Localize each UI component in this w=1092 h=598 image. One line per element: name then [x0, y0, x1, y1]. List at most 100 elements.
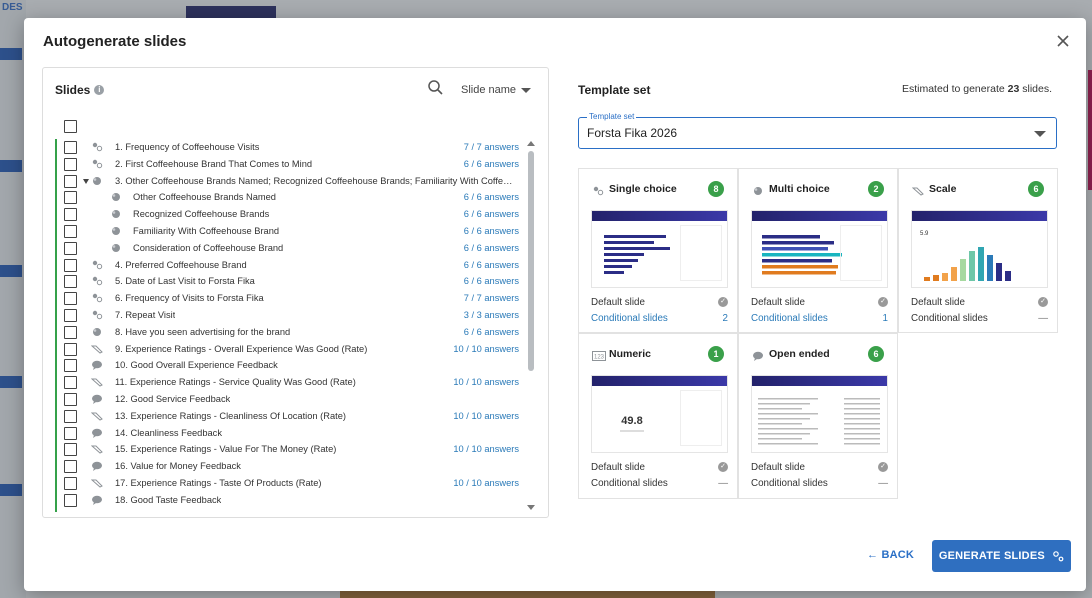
- row-checkbox[interactable]: [64, 275, 77, 289]
- slide-label: 18. Good Taste Feedback: [115, 494, 222, 505]
- list-item[interactable]: 8. Have you seen advertising for the bra…: [57, 324, 525, 341]
- close-button[interactable]: [1052, 30, 1074, 52]
- row-checkbox[interactable]: [64, 342, 77, 356]
- row-checkbox[interactable]: [64, 325, 77, 339]
- conditional-slides-row: Conditional slides —: [911, 313, 1048, 324]
- row-checkbox[interactable]: [64, 376, 77, 390]
- answer-count: 3 / 3 answers: [463, 309, 519, 320]
- open-ended-icon: [752, 350, 764, 361]
- row-checkbox[interactable]: [64, 157, 77, 171]
- row-checkbox[interactable]: [64, 426, 77, 440]
- info-icon[interactable]: i: [94, 85, 105, 95]
- conditional-slides-row[interactable]: Conditional slides 1: [751, 313, 888, 324]
- generate-slides-button[interactable]: GENERATE SLIDES: [932, 540, 1071, 572]
- list-item[interactable]: 14. Cleanliness Feedback: [57, 425, 525, 442]
- list-item[interactable]: 5. Date of Last Visit to Forsta Fika 6 / …: [57, 273, 525, 290]
- card-title: Scale: [929, 183, 957, 195]
- multi-choice-icon: [110, 192, 122, 202]
- multi-choice-icon: [752, 185, 764, 195]
- template-card-multi-choice[interactable]: Multi choice 2 Default slide ✓ Conditional s…: [738, 168, 898, 333]
- row-checkbox[interactable]: [64, 392, 77, 406]
- select-all-checkbox[interactable]: [64, 120, 77, 136]
- list-item[interactable]: 3. Other Coffeehouse Brands Named; Recog…: [57, 173, 525, 190]
- template-card-open-ended[interactable]: Open ended 6 Default slide ✓ Conditional sli…: [738, 333, 898, 499]
- sort-dropdown-label[interactable]: Slide name: [461, 84, 516, 96]
- row-checkbox[interactable]: [64, 493, 77, 507]
- slide-label: 2. First Coffeehouse Brand That Comes to…: [115, 158, 313, 169]
- list-item[interactable]: 9. Experience Ratings - Overall Experien…: [57, 341, 525, 358]
- chevron-down-icon[interactable]: [521, 88, 531, 93]
- answer-count: 6 / 6 answers: [463, 326, 519, 337]
- conditional-slides-row: Conditional slides —: [591, 478, 728, 489]
- list-item[interactable]: Other Coffeehouse Brands Named 6 / 6 answ…: [57, 189, 525, 206]
- list-item[interactable]: 12. Good Service Feedback: [57, 391, 525, 408]
- slide-thumbnail[interactable]: [591, 210, 728, 288]
- estimate-suffix: slides.: [1022, 83, 1052, 95]
- row-checkbox[interactable]: [64, 174, 77, 188]
- row-checkbox[interactable]: [64, 460, 77, 474]
- row-checkbox[interactable]: [64, 443, 77, 457]
- default-slide-label: Default slide: [911, 297, 965, 308]
- card-title: Multi choice: [769, 183, 830, 195]
- answer-count: 7 / 7 answers: [463, 142, 519, 152]
- list-item[interactable]: Familiarity With Coffeehouse Brand 6 / 6 …: [57, 223, 525, 240]
- scroll-down-icon[interactable]: [527, 505, 535, 510]
- row-checkbox[interactable]: [64, 224, 77, 238]
- row-checkbox[interactable]: [64, 241, 77, 255]
- template-card-numeric[interactable]: 123 Numeric 1 49.8 Default slide ✓ Conditional…: [578, 333, 738, 499]
- close-icon: [1057, 35, 1069, 47]
- row-checkbox[interactable]: [64, 208, 77, 222]
- list-item[interactable]: 16. Value for Money Feedback: [57, 458, 525, 475]
- conditional-slides-label[interactable]: Conditional slides: [751, 313, 828, 324]
- template-set-select[interactable]: Template set Forsta Fika 2026: [578, 112, 1057, 149]
- check-icon: ✓: [878, 462, 888, 472]
- row-checkbox[interactable]: [64, 359, 77, 373]
- list-item[interactable]: 17. Experience Ratings - Taste Of Produc…: [57, 475, 525, 492]
- scrollbar[interactable]: [525, 139, 537, 512]
- list-item[interactable]: 11. Experience Ratings - Service Quality…: [57, 374, 525, 391]
- back-button[interactable]: ← BACK: [867, 549, 914, 561]
- row-checkbox[interactable]: [64, 308, 77, 322]
- row-checkbox[interactable]: [64, 258, 77, 272]
- list-item[interactable]: 1. Frequency of Coffeehouse Visits 7 / 7 …: [57, 139, 525, 156]
- slide-thumbnail[interactable]: [751, 210, 888, 288]
- list-item[interactable]: Recognized Coffeehouse Brands 6 / 6 answe…: [57, 206, 525, 223]
- slides-header: Slides i: [55, 83, 105, 97]
- conditional-slides-label[interactable]: Conditional slides: [591, 313, 668, 324]
- conditional-slides-count: 2: [722, 313, 728, 324]
- list-item[interactable]: 4. Preferred Coffeehouse Brand 6 / 6 answ…: [57, 257, 525, 274]
- list-item[interactable]: 10. Good Overall Experience Feedback: [57, 357, 525, 374]
- conditional-slides-row[interactable]: Conditional slides 2: [591, 313, 728, 324]
- conditional-slides-count: —: [718, 478, 728, 489]
- row-checkbox[interactable]: [64, 476, 77, 490]
- row-checkbox[interactable]: [64, 409, 77, 423]
- scrollbar-thumb[interactable]: [528, 151, 534, 371]
- template-card-scale[interactable]: Scale 6 5.9 Default slide ✓ Conditional slide…: [898, 168, 1058, 333]
- list-item[interactable]: 7. Repeat Visit 3 / 3 answers: [57, 307, 525, 324]
- row-checkbox[interactable]: [64, 292, 77, 306]
- search-icon[interactable]: [427, 79, 445, 97]
- multi-choice-icon: [91, 176, 103, 186]
- template-card-single-choice[interactable]: Single choice 8 Default slide ✓ Conditional …: [578, 168, 738, 333]
- estimate-prefix: Estimated to generate: [901, 83, 1005, 95]
- scroll-up-icon[interactable]: [527, 141, 535, 146]
- slide-label: 6. Frequency of Visits to Forsta Fika: [115, 293, 264, 304]
- answer-count: 6 / 6 answers: [463, 276, 519, 287]
- list-item[interactable]: 2. First Coffeehouse Brand That Comes to…: [57, 156, 525, 173]
- slides-list: 1. Frequency of Coffeehouse Visits 7 / 7 …: [55, 139, 525, 512]
- list-item[interactable]: 6. Frequency of Visits to Forsta Fika 7 /…: [57, 290, 525, 307]
- slide-thumbnail[interactable]: 49.8: [591, 375, 728, 453]
- list-item[interactable]: 13. Experience Ratings - Cleanliness Of …: [57, 408, 525, 425]
- list-item[interactable]: 15. Experience Ratings - Value For The M…: [57, 441, 525, 458]
- chevron-down-icon[interactable]: [83, 178, 89, 184]
- row-checkbox[interactable]: [64, 141, 77, 154]
- answer-count: 10 / 10 answers: [453, 343, 519, 354]
- list-item[interactable]: Consideration of Coffeehouse Brand 6 / 6 …: [57, 240, 525, 257]
- list-item[interactable]: 18. Good Taste Feedback: [57, 492, 525, 509]
- chevron-down-icon: [1034, 131, 1046, 137]
- slide-thumbnail[interactable]: 5.9: [911, 210, 1048, 288]
- slides-title: Slides: [55, 83, 91, 97]
- slide-thumbnail[interactable]: [751, 375, 888, 453]
- answer-count: 10 / 10 answers: [453, 477, 519, 488]
- row-checkbox[interactable]: [64, 191, 77, 205]
